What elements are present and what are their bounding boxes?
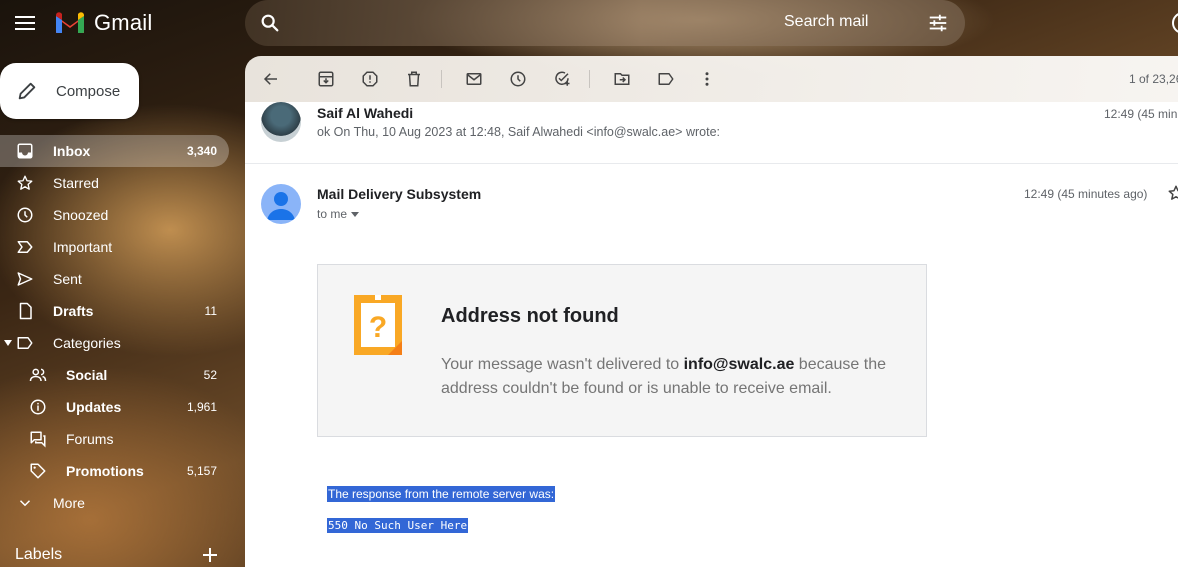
- svg-text:?: ?: [369, 311, 387, 344]
- search-icon[interactable]: [259, 12, 281, 34]
- add-task-icon[interactable]: [553, 70, 571, 88]
- report-spam-icon[interactable]: [361, 70, 379, 88]
- sidebar-item-label: Sent: [53, 271, 82, 287]
- response-intro: The response from the remote server was:: [327, 486, 556, 502]
- warning-note-icon: ?: [354, 295, 402, 355]
- star-message-button[interactable]: [1167, 184, 1178, 202]
- pagination-text: 1 of 23,26: [1129, 72, 1178, 86]
- gmail-logo[interactable]: Gmail: [54, 10, 152, 36]
- plus-icon: [203, 548, 217, 562]
- recipient-details[interactable]: to me: [317, 207, 360, 221]
- recipient-label: to me: [317, 207, 348, 221]
- more-vert-icon[interactable]: [698, 70, 716, 88]
- updates-count: 1,961: [186, 400, 217, 414]
- sender-avatar[interactable]: [261, 184, 301, 224]
- sender-avatar-photo[interactable]: [261, 102, 301, 142]
- notice-title: Address not found: [441, 305, 619, 327]
- chevron-down-icon: [19, 500, 31, 507]
- inbox-icon: [17, 143, 33, 159]
- message-toolbar: 1 of 23,26: [245, 56, 1178, 102]
- sidebar-item-more[interactable]: More: [0, 487, 229, 519]
- person-icon: [267, 192, 295, 220]
- clock-icon: [17, 207, 33, 223]
- search-options-icon[interactable]: [927, 12, 949, 34]
- search-input[interactable]: Search mail: [784, 13, 868, 31]
- info-icon: [30, 399, 46, 415]
- toolbar-divider: [589, 70, 590, 88]
- sidebar-item-label: Updates: [66, 399, 122, 415]
- toolbar-divider: [441, 70, 442, 88]
- gmail-m-icon: [56, 12, 84, 33]
- sidebar-item-label: Social: [66, 367, 108, 383]
- sidebar-item-label: Categories: [53, 335, 121, 351]
- sidebar-item-starred[interactable]: Starred: [0, 167, 229, 199]
- sidebar-item-drafts[interactable]: Drafts 11: [0, 295, 229, 327]
- promotions-count: 5,157: [186, 464, 217, 478]
- tag-icon: [30, 463, 46, 479]
- sidebar-item-label: Promotions: [66, 463, 144, 479]
- add-label-button[interactable]: [202, 547, 218, 563]
- message-pane: Saif Al Wahedi ok On Thu, 10 Aug 2023 at…: [245, 102, 1178, 567]
- star-outline-icon: [1168, 185, 1178, 200]
- star-icon: [17, 175, 33, 190]
- sender-name[interactable]: Mail Delivery Subsystem: [317, 186, 481, 202]
- send-icon: [17, 272, 33, 286]
- sidebar-item-promotions[interactable]: Promotions 5,157: [0, 455, 229, 487]
- delete-icon[interactable]: [405, 70, 423, 88]
- previous-message-snippet[interactable]: ok On Thu, 10 Aug 2023 at 12:48, Saif Al…: [317, 125, 720, 139]
- draft-count: 11: [204, 304, 217, 318]
- response-code: 550 No Such User Here: [327, 518, 469, 533]
- compose-button[interactable]: Compose: [0, 63, 139, 119]
- compose-label: Compose: [56, 82, 121, 100]
- sidebar-item-updates[interactable]: Updates 1,961: [0, 391, 229, 423]
- sidebar-item-label: More: [53, 495, 85, 511]
- mark-unread-icon[interactable]: [465, 70, 483, 88]
- forum-icon: [30, 431, 46, 448]
- important-icon: [17, 241, 33, 253]
- draft-icon: [19, 302, 32, 320]
- unread-count: 3,340: [186, 144, 217, 158]
- dropdown-caret-icon: [351, 211, 360, 217]
- message-time: 12:49 (45 minutes ago): [1024, 187, 1148, 201]
- search-bar[interactable]: Search mail: [245, 0, 965, 46]
- sidebar-item-label: Forums: [66, 431, 114, 447]
- hamburger-icon: [15, 16, 35, 30]
- sidebar-item-label: Inbox: [53, 143, 91, 159]
- notice-body: Your message wasn't delivered to info@sw…: [441, 353, 901, 401]
- archive-icon[interactable]: [317, 70, 335, 88]
- app-name: Gmail: [94, 10, 153, 35]
- sidebar-item-social[interactable]: Social 52: [0, 359, 229, 391]
- failed-address: info@swalc.ae: [683, 356, 795, 373]
- sidebar-item-sent[interactable]: Sent: [0, 263, 229, 295]
- snooze-icon[interactable]: [509, 70, 527, 88]
- label-icon: [17, 337, 33, 349]
- support-icon[interactable]: [1172, 12, 1178, 34]
- back-arrow-icon[interactable]: [262, 70, 280, 88]
- delivery-failure-card: ? Address not found Your message wasn't …: [317, 264, 927, 437]
- sidebar-item-label: Drafts: [53, 303, 94, 319]
- move-to-icon[interactable]: [613, 70, 631, 88]
- labels-heading: Labels: [15, 546, 63, 563]
- label-as-icon[interactable]: [657, 70, 675, 88]
- pencil-icon: [18, 82, 36, 100]
- sidebar-item-label: Starred: [53, 175, 99, 191]
- sidebar-item-snoozed[interactable]: Snoozed: [0, 199, 229, 231]
- sidebar-item-inbox[interactable]: Inbox 3,340: [0, 135, 229, 167]
- sidebar-item-forums[interactable]: Forums: [0, 423, 229, 455]
- previous-message-time: 12:49 (45 minu: [1104, 107, 1178, 121]
- sidebar-item-label: Important: [53, 239, 113, 255]
- divider: [245, 163, 1178, 164]
- social-count: 52: [203, 368, 217, 382]
- sidebar-item-important[interactable]: Important: [0, 231, 229, 263]
- sidebar-item-label: Snoozed: [53, 207, 109, 223]
- people-icon: [29, 368, 47, 382]
- main-menu-button[interactable]: [14, 12, 36, 34]
- previous-sender-name[interactable]: Saif Al Wahedi: [317, 105, 413, 121]
- caret-down-icon: [4, 340, 12, 346]
- notice-text: Your message wasn't delivered to: [441, 356, 684, 373]
- sidebar-item-categories[interactable]: Categories: [0, 327, 229, 359]
